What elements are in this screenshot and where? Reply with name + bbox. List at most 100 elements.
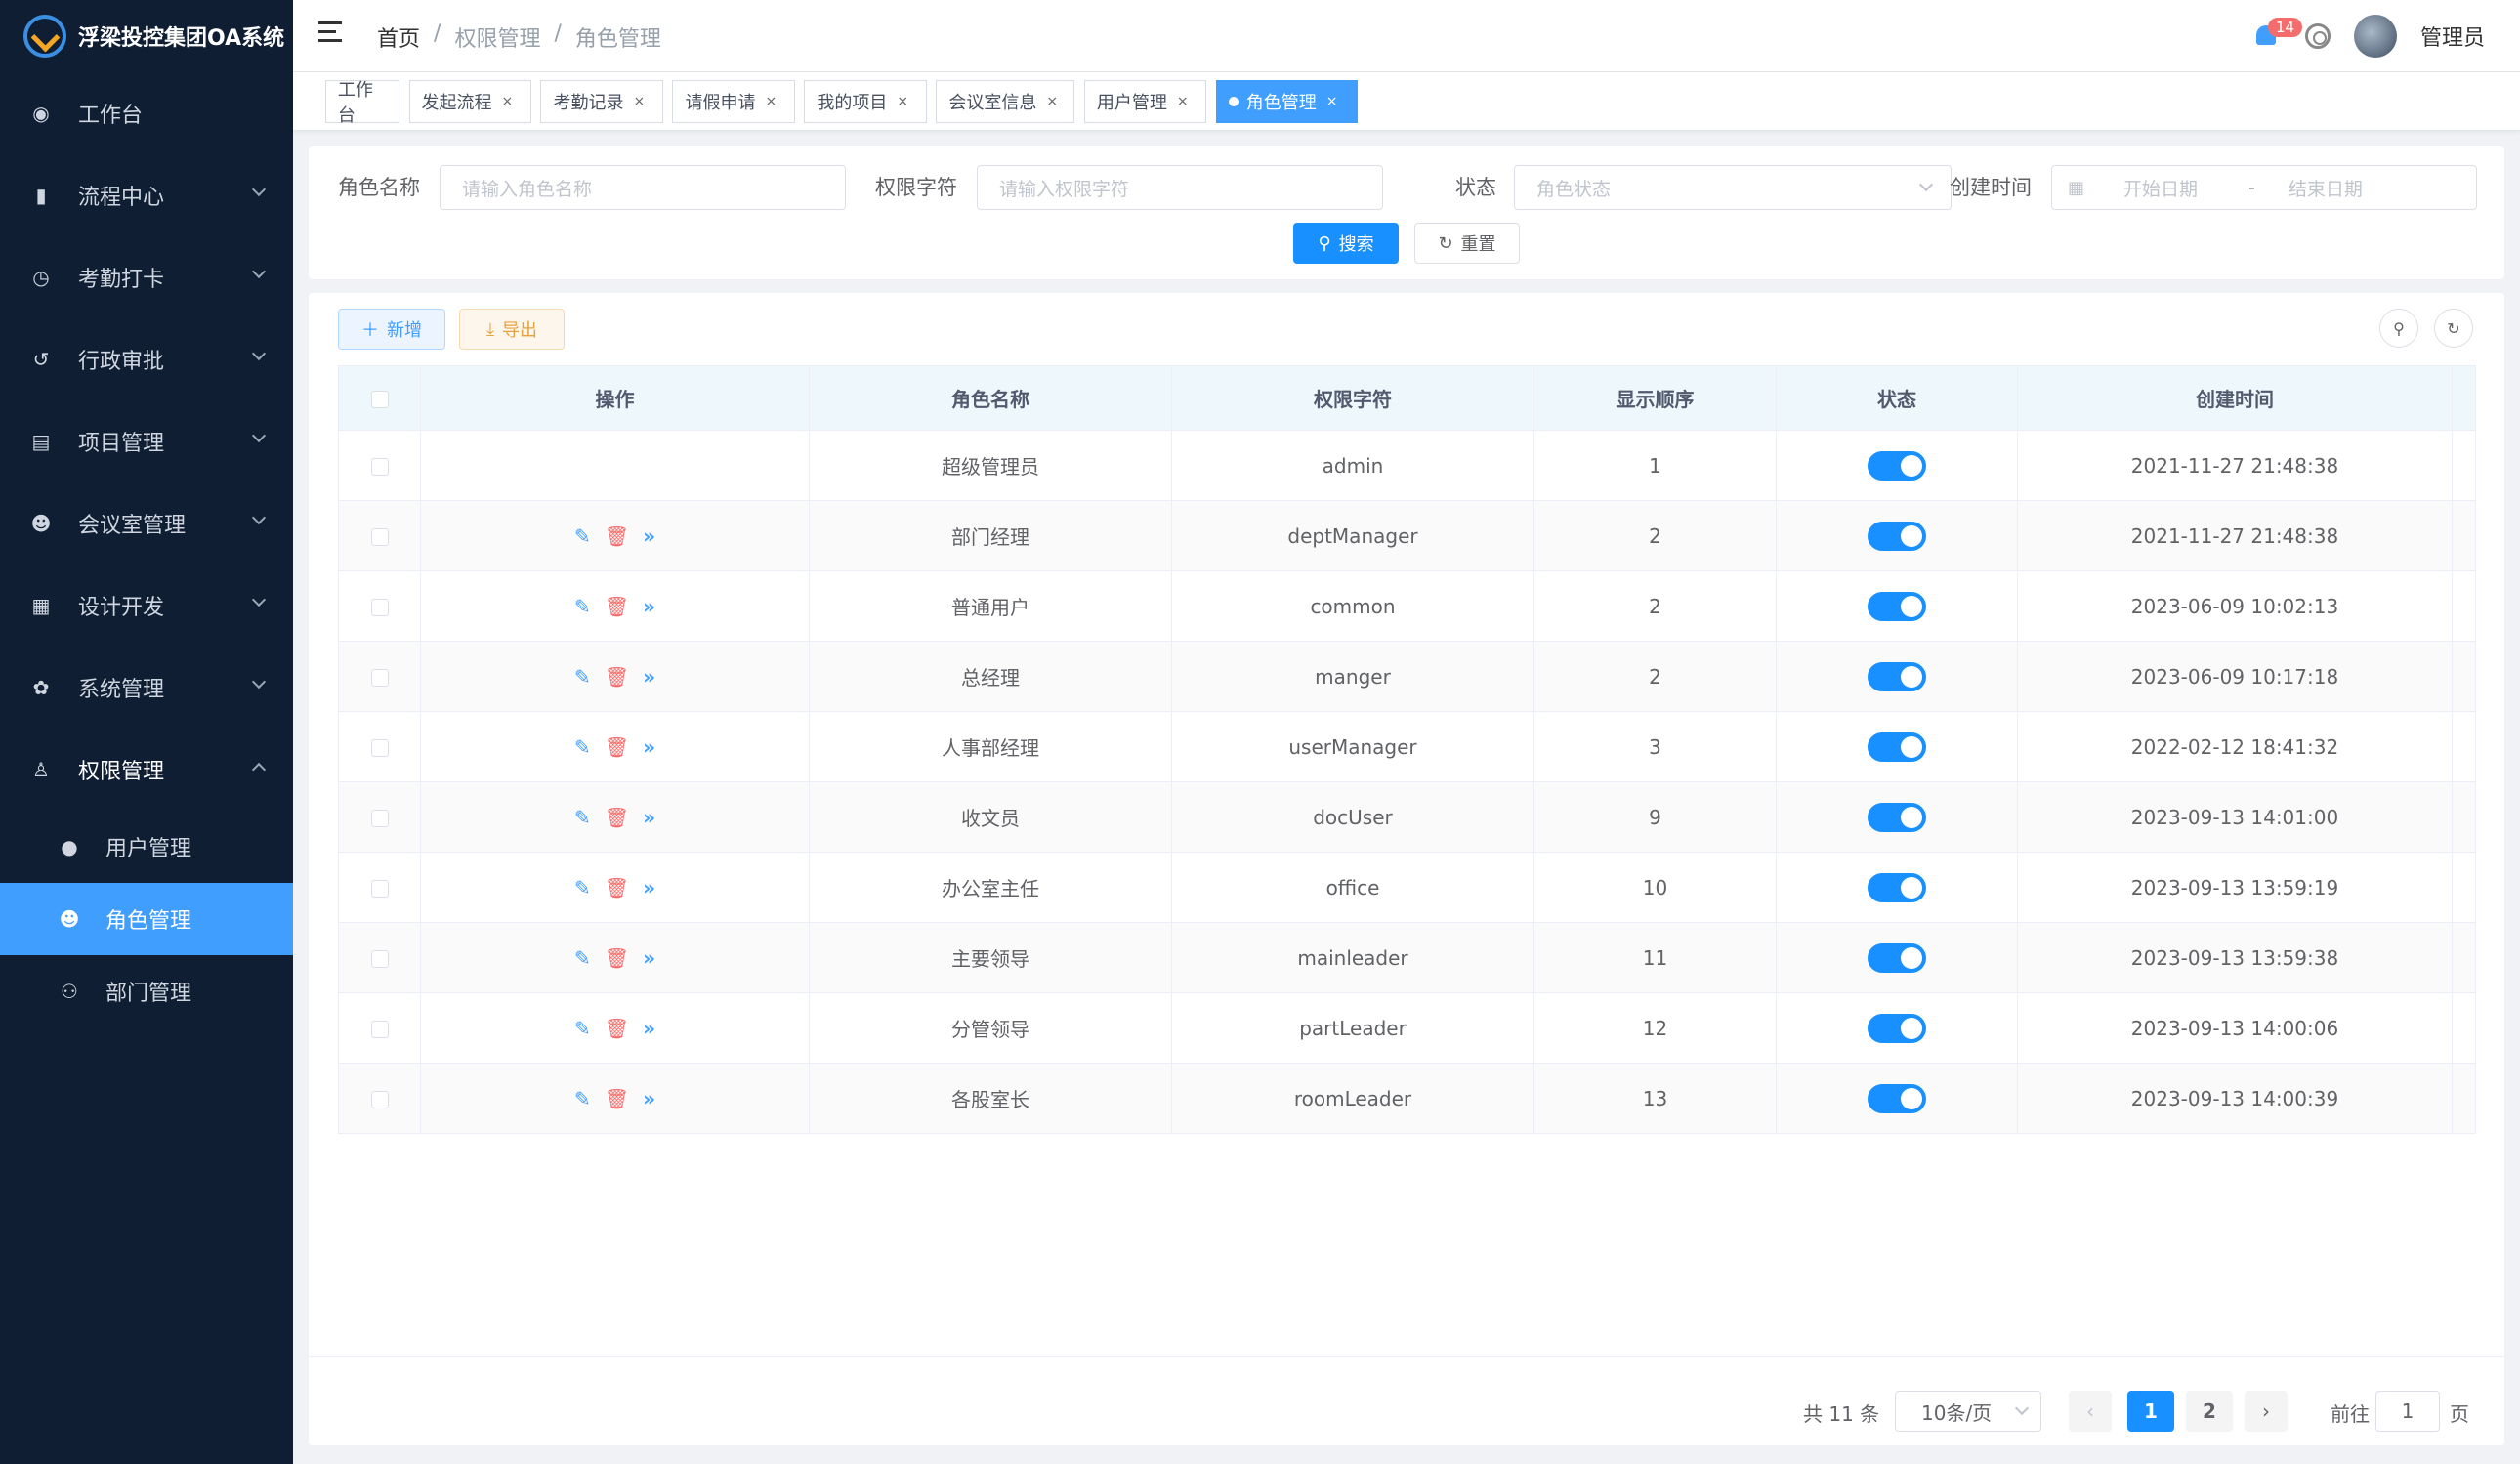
table-row[interactable]: ✎ 🗑 » 分管领导 partLeader 12 2023-09-13 14:00:06 [338, 992, 2476, 1064]
table-row[interactable]: ✎ 🗑 » 各股室长 roomLeader 13 2023-09-13 14:00:39 [338, 1063, 2476, 1134]
table-row[interactable]: ✎ 🗑 » 总经理 manger 2 2023-06-09 10:17:18 [338, 641, 2476, 712]
page-1-button[interactable]: 1 [2127, 1391, 2174, 1432]
tag-2[interactable]: 考勤记录 × [540, 80, 663, 123]
more-icon[interactable]: » [643, 597, 655, 616]
tag-4[interactable]: 我的项目 × [804, 80, 927, 123]
delete-icon[interactable]: 🗑 [605, 597, 629, 616]
tag-0[interactable]: 工作台 [324, 80, 399, 126]
status-toggle[interactable] [1868, 872, 1926, 902]
table-row[interactable]: ✎ 🗑 » 部门经理 deptManager 2 2021-11-27 21:48:38 [338, 500, 2476, 571]
app-logo[interactable]: 浮梁投控集团OA系统 [0, 0, 293, 72]
table-row[interactable]: ✎ 🗑 » 收文员 docUser 9 2023-09-13 14:01:00 [338, 781, 2476, 853]
settings-gear-icon[interactable] [2304, 23, 2331, 49]
more-icon[interactable]: » [643, 737, 655, 757]
role-name-input[interactable]: 请输入角色名称 [440, 165, 846, 210]
row-checkbox[interactable] [370, 1021, 389, 1038]
refresh-button[interactable]: ↻ [2434, 309, 2473, 348]
edit-icon[interactable]: ✎ [574, 808, 591, 827]
avatar[interactable] [2353, 15, 2397, 58]
more-icon[interactable]: » [643, 526, 655, 546]
sidebar-subitem-1[interactable]: ☻ 角色管理 [0, 883, 293, 955]
edit-icon[interactable]: ✎ [574, 1019, 591, 1038]
row-checkbox[interactable] [370, 1091, 389, 1108]
reset-button[interactable]: ↻ 重置 [1414, 223, 1520, 264]
edit-icon[interactable]: ✎ [574, 948, 591, 968]
status-toggle[interactable] [1868, 802, 1926, 832]
delete-icon[interactable]: 🗑 [605, 948, 629, 968]
status-toggle[interactable] [1868, 942, 1926, 973]
delete-icon[interactable]: 🗑 [605, 737, 629, 757]
sidebar-subitem-0[interactable]: ● 用户管理 [0, 811, 293, 883]
close-icon[interactable]: × [1046, 94, 1058, 109]
more-icon[interactable]: » [643, 808, 655, 827]
add-button[interactable]: ＋ 新增 [338, 309, 445, 350]
delete-icon[interactable]: 🗑 [605, 808, 629, 827]
search-button[interactable]: ⚲ 搜索 [1293, 223, 1399, 264]
hamburger-icon[interactable] [318, 21, 344, 45]
more-icon[interactable]: » [643, 1089, 655, 1108]
toggle-search-button[interactable]: ⚲ [2379, 309, 2418, 348]
start-date-input[interactable]: 开始日期 [2123, 175, 2241, 201]
more-icon[interactable]: » [643, 948, 655, 968]
edit-icon[interactable]: ✎ [574, 878, 591, 898]
edit-icon[interactable]: ✎ [574, 597, 591, 616]
status-toggle[interactable] [1868, 591, 1926, 621]
more-icon[interactable]: » [643, 1019, 655, 1038]
user-name[interactable]: 管理员 [2420, 21, 2485, 52]
status-toggle[interactable] [1868, 1013, 1926, 1043]
delete-icon[interactable]: 🗑 [605, 1019, 629, 1038]
table-row[interactable]: ✎ 🗑 » 人事部经理 userManager 3 2022-02-12 18:41:32 [338, 711, 2476, 782]
sidebar-item-3[interactable]: ↺ 行政审批 [0, 318, 293, 400]
close-icon[interactable]: × [502, 94, 514, 109]
sidebar-item-1[interactable]: ▮ 流程中心 [0, 154, 293, 236]
row-checkbox[interactable] [370, 739, 389, 757]
breadcrumb-home[interactable]: 首页 [377, 21, 420, 53]
sidebar-item-0[interactable]: ◉ 工作台 [0, 72, 293, 154]
sidebar-item-6[interactable]: ▦ 设计开发 [0, 565, 293, 647]
row-checkbox[interactable] [370, 810, 389, 827]
row-checkbox[interactable] [370, 528, 389, 546]
delete-icon[interactable]: 🗑 [605, 526, 629, 546]
status-toggle[interactable] [1868, 661, 1926, 691]
edit-icon[interactable]: ✎ [574, 1089, 591, 1108]
close-icon[interactable]: × [1177, 94, 1189, 109]
close-icon[interactable]: × [765, 94, 777, 109]
delete-icon[interactable]: 🗑 [605, 667, 629, 687]
table-row[interactable]: ✎ 🗑 » 普通用户 common 2 2023-06-09 10:02:13 [338, 570, 2476, 642]
row-checkbox[interactable] [370, 880, 389, 898]
row-checkbox[interactable] [370, 669, 389, 687]
tag-5[interactable]: 会议室信息 × [936, 80, 1074, 123]
date-range-picker[interactable]: ▦ 开始日期 - 结束日期 [2051, 165, 2477, 210]
goto-page-input[interactable]: 1 [2375, 1391, 2440, 1432]
edit-icon[interactable]: ✎ [574, 526, 591, 546]
sidebar-item-8[interactable]: ♙ 权限管理 [0, 729, 293, 811]
row-checkbox[interactable] [370, 599, 389, 616]
status-toggle[interactable] [1868, 732, 1926, 762]
status-toggle[interactable] [1868, 450, 1926, 481]
notification-bell-icon[interactable]: 14 [2252, 18, 2303, 51]
sidebar-item-7[interactable]: ✿ 系统管理 [0, 647, 293, 729]
status-select[interactable]: 角色状态 [1514, 165, 1952, 210]
more-icon[interactable]: » [643, 878, 655, 898]
table-row[interactable]: ✎ 🗑 » 办公室主任 office 10 2023-09-13 13:59:19 [338, 852, 2476, 923]
edit-icon[interactable]: ✎ [574, 737, 591, 757]
sidebar-subitem-2[interactable]: ⚇ 部门管理 [0, 955, 293, 1027]
page-size-select[interactable]: 10条/页 [1895, 1391, 2041, 1432]
end-date-input[interactable]: 结束日期 [2289, 175, 2363, 201]
perm-input[interactable]: 请输入权限字符 [977, 165, 1383, 210]
select-all-checkbox[interactable] [370, 391, 389, 408]
tag-3[interactable]: 请假申请 × [672, 80, 795, 123]
table-row[interactable]: 超级管理员 admin 1 2021-11-27 21:48:38 [338, 430, 2476, 501]
more-icon[interactable]: » [643, 667, 655, 687]
status-toggle[interactable] [1868, 521, 1926, 551]
row-checkbox[interactable] [370, 950, 389, 968]
tag-6[interactable]: 用户管理 × [1083, 80, 1206, 123]
sidebar-item-4[interactable]: ▤ 项目管理 [0, 400, 293, 482]
sidebar-item-5[interactable]: ☻ 会议室管理 [0, 482, 293, 565]
prev-page-button[interactable]: ‹ [2069, 1391, 2112, 1432]
export-button[interactable]: ⤓ 导出 [459, 309, 565, 350]
next-page-button[interactable]: › [2245, 1391, 2288, 1432]
sidebar-item-2[interactable]: ◷ 考勤打卡 [0, 236, 293, 318]
close-icon[interactable]: × [1326, 94, 1338, 109]
tag-7[interactable]: 角色管理 × [1215, 80, 1358, 123]
